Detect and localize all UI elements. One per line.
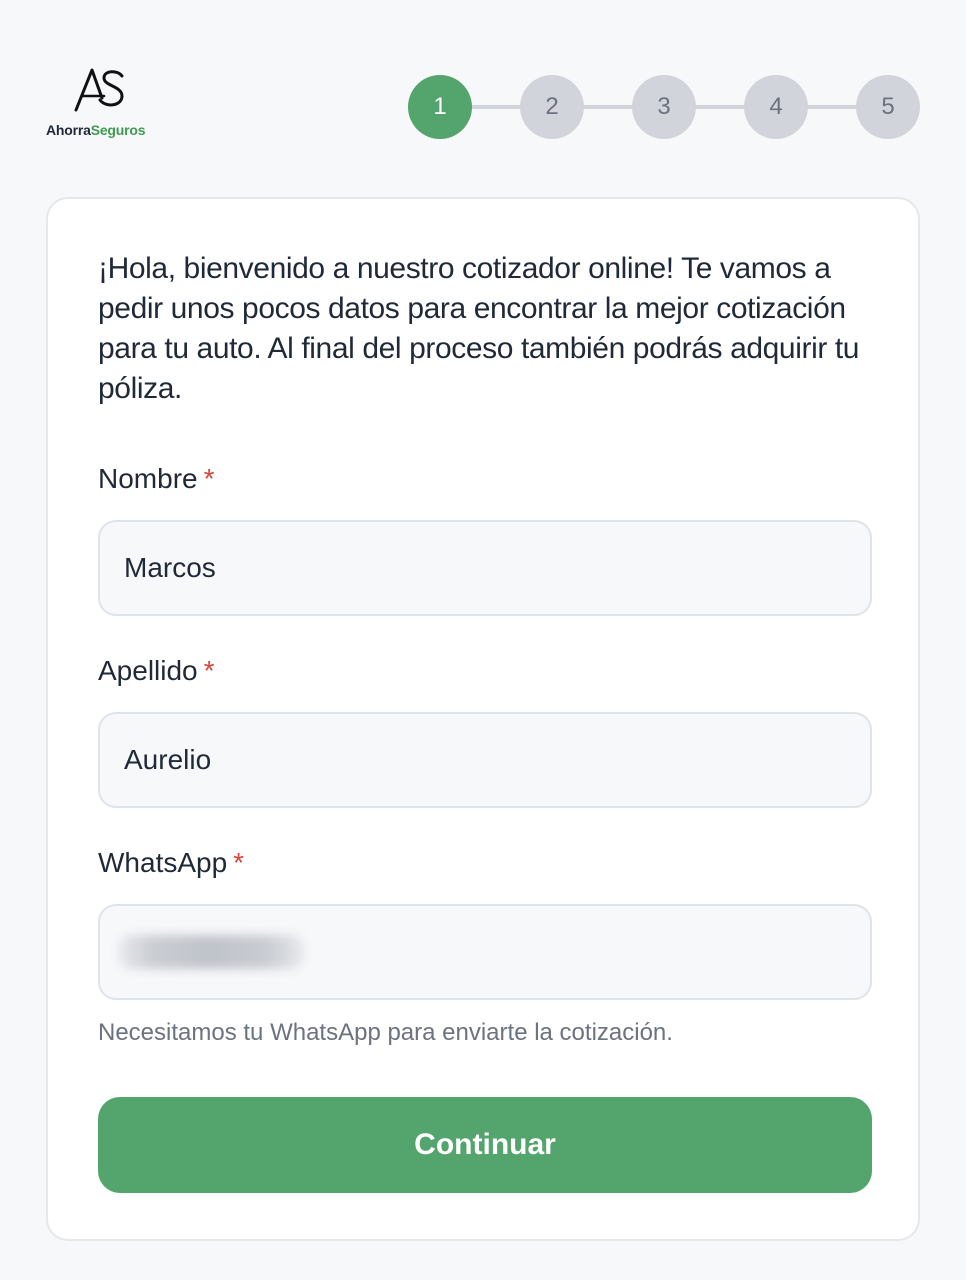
whatsapp-hint: Necesitamos tu WhatsApp para enviarte la… — [98, 1019, 673, 1046]
step-1: 1 — [408, 75, 472, 139]
step-5: 5 — [856, 75, 920, 139]
step-3: 3 — [632, 75, 696, 139]
required-mark: * — [233, 847, 245, 878]
whatsapp-redacted-value — [118, 935, 304, 969]
whatsapp-label-text: WhatsApp — [98, 847, 228, 878]
required-mark: * — [203, 463, 215, 494]
whatsapp-label: WhatsApp * — [98, 847, 244, 879]
intro-text: ¡Hola, bienvenido a nuestro cotizador on… — [98, 252, 860, 405]
apellido-input[interactable]: Aurelio — [98, 712, 872, 808]
step-connector — [468, 105, 524, 109]
nombre-input[interactable]: Marcos — [98, 520, 872, 616]
logo: AhorraSeguros — [46, 68, 166, 140]
header: AhorraSeguros 1 2 3 4 5 — [0, 0, 966, 180]
step-4: 4 — [744, 75, 808, 139]
step-connector — [580, 105, 636, 109]
progress-stepper: 1 2 3 4 5 — [408, 75, 920, 139]
logo-text-ahorra: Ahorra — [46, 122, 91, 138]
apellido-label: Apellido * — [98, 655, 215, 687]
nombre-input-value: Marcos — [124, 552, 216, 583]
nombre-label: Nombre * — [98, 463, 215, 495]
whatsapp-input[interactable] — [98, 904, 872, 1000]
form-card: ¡Hola, bienvenido a nuestro cotizador on… — [46, 197, 920, 1241]
logo-text-seguros: Seguros — [90, 122, 146, 138]
step-connector — [804, 105, 860, 109]
apellido-input-value: Aurelio — [124, 744, 212, 775]
step-connector — [692, 105, 748, 109]
required-mark: * — [203, 655, 215, 686]
logo-text: AhorraSeguros — [46, 122, 146, 138]
continue-button[interactable]: Continuar — [98, 1097, 872, 1193]
nombre-label-text: Nombre — [98, 463, 198, 494]
logo-mark-icon — [74, 68, 124, 112]
step-2: 2 — [520, 75, 584, 139]
apellido-label-text: Apellido — [98, 655, 198, 686]
